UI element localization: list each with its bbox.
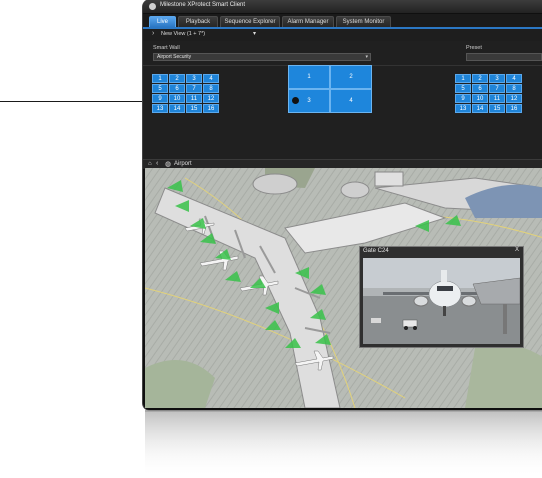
right-grid-cell[interactable]: 12 — [506, 94, 522, 103]
chevron-right-icon[interactable]: › — [152, 30, 154, 37]
main-tabs: Live Playback Sequence Explorer Alarm Ma… — [143, 14, 542, 29]
left-grid-cell[interactable]: 6 — [169, 84, 185, 93]
right-grid-cell[interactable]: 1 — [455, 74, 471, 83]
tab-playback[interactable]: Playback — [178, 16, 218, 27]
right-grid-cell[interactable]: 10 — [472, 94, 488, 103]
airport-map[interactable]: Gate C24 X — [145, 168, 542, 408]
left-grid-cell[interactable]: 16 — [203, 104, 219, 113]
left-grid-cell[interactable]: 3 — [186, 74, 202, 83]
left-grid-cell[interactable]: 13 — [152, 104, 168, 113]
smart-wall-select[interactable]: Airport Security ▾ — [153, 53, 371, 61]
camera-video-feed[interactable] — [363, 258, 520, 344]
caret-down-icon: ▾ — [365, 54, 368, 60]
right-grid-cell[interactable]: 16 — [506, 104, 522, 113]
left-grid-cell[interactable]: 10 — [169, 94, 185, 103]
left-grid-cell[interactable]: 15 — [186, 104, 202, 113]
left-monitor-layout-grid: 1 2 3 4 5 6 7 8 9 10 11 12 13 14 15 16 — [152, 74, 221, 113]
left-grid-cell[interactable]: 9 — [152, 94, 168, 103]
smart-wall-monitors: 1 2 3 4 — [288, 65, 372, 113]
right-grid-cell[interactable]: 9 — [455, 94, 471, 103]
right-grid-cell[interactable]: 15 — [489, 104, 505, 113]
right-grid-cell[interactable]: 2 — [472, 74, 488, 83]
left-grid-cell[interactable]: 12 — [203, 94, 219, 103]
tab-system-monitor[interactable]: System Monitor — [336, 16, 391, 27]
callout-dot — [292, 97, 299, 104]
right-grid-cell[interactable]: 14 — [472, 104, 488, 113]
smart-wall-select-value: Airport Security — [157, 54, 192, 60]
map-breadcrumb[interactable]: Airport — [174, 161, 192, 167]
right-monitor-layout-grid: 1 2 3 4 5 6 7 8 9 10 11 12 13 14 15 16 — [455, 74, 524, 113]
left-grid-cell[interactable]: 5 — [152, 84, 168, 93]
current-view-label[interactable]: New View (1 + 7*) — [161, 31, 205, 37]
tab-live[interactable]: Live — [149, 16, 176, 27]
tab-sequence-explorer[interactable]: Sequence Explorer — [220, 16, 280, 27]
smart-wall-panel: Smart Wall Preset Airport Security ▾ 123… — [143, 41, 542, 159]
reflection-shape — [145, 410, 542, 478]
right-grid-cell[interactable]: 4 — [506, 74, 522, 83]
home-icon[interactable]: ⌂ — [148, 161, 152, 167]
right-grid-cell[interactable]: 7 — [489, 84, 505, 93]
globe-icon: ◍ — [165, 161, 172, 168]
right-grid-cell[interactable]: 5 — [455, 84, 471, 93]
camera-popup[interactable]: Gate C24 X — [359, 246, 524, 348]
left-grid-cell[interactable]: 11 — [186, 94, 202, 103]
wall-monitor[interactable]: 2 — [330, 65, 372, 89]
right-grid-cell[interactable]: 6 — [472, 84, 488, 93]
preset-label: Preset — [466, 45, 482, 51]
gate-camera-image — [363, 258, 520, 344]
right-grid-cell[interactable]: 3 — [489, 74, 505, 83]
caret-down-icon[interactable]: ▾ — [253, 30, 256, 37]
preset-select[interactable] — [466, 53, 542, 61]
back-icon[interactable]: ‹ — [156, 160, 158, 167]
right-grid-cell[interactable]: 11 — [489, 94, 505, 103]
wall-monitor[interactable]: 1 — [288, 65, 330, 89]
close-icon[interactable]: X — [515, 247, 519, 253]
view-selector-bar: › New View (1 + 7*) ▾ — [143, 29, 542, 41]
smart-client-window: Milestone XProtect Smart Client Live Pla… — [143, 0, 542, 410]
camera-popup-title: Gate C24 — [363, 248, 389, 254]
left-grid-cell[interactable]: 7 — [186, 84, 202, 93]
window-reflection — [145, 410, 542, 478]
left-grid-cell[interactable]: 2 — [169, 74, 185, 83]
left-grid-cell[interactable]: 8 — [203, 84, 219, 93]
smart-wall-label: Smart Wall — [153, 45, 180, 51]
left-grid-cell[interactable]: 4 — [203, 74, 219, 83]
tab-alarm-manager[interactable]: Alarm Manager — [282, 16, 334, 27]
app-title: Milestone XProtect Smart Client — [160, 2, 246, 8]
title-bar: Milestone XProtect Smart Client — [143, 0, 542, 13]
left-grid-cell[interactable]: 1 — [152, 74, 168, 83]
right-grid-cell[interactable]: 13 — [455, 104, 471, 113]
app-logo-icon — [149, 3, 156, 10]
left-grid-cell[interactable]: 14 — [169, 104, 185, 113]
right-grid-cell[interactable]: 8 — [506, 84, 522, 93]
wall-monitor[interactable]: 4 — [330, 89, 372, 113]
